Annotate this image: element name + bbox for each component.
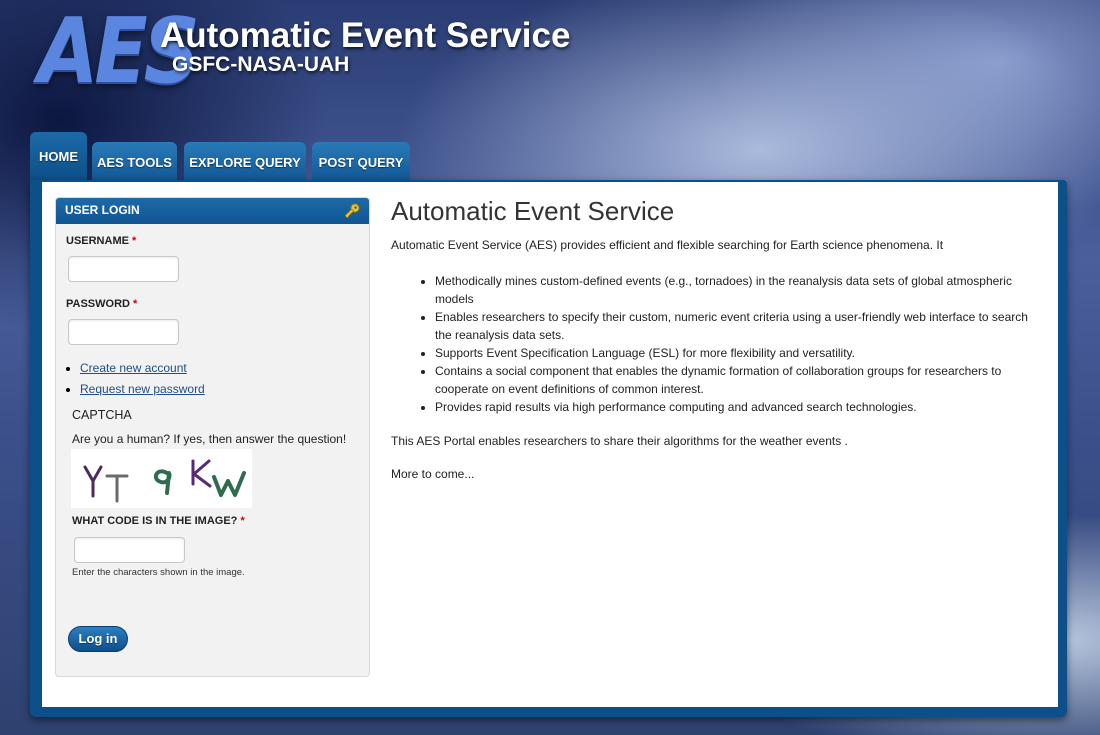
required-marker: * [132, 235, 137, 247]
captcha-title: CAPTCHA [72, 408, 132, 422]
captcha-code-label: WHAT CODE IS IN THE IMAGE? * [72, 515, 245, 527]
captcha-input[interactable] [74, 537, 185, 563]
tab-home[interactable]: HOME [30, 132, 87, 184]
list-item: Provides rapid results via high performa… [435, 398, 1031, 416]
tab-post-query[interactable]: POST QUERY [312, 142, 410, 184]
create-account-link[interactable]: Create new account [80, 361, 187, 375]
captcha-question: Are you a human? If yes, then answer the… [72, 432, 347, 446]
aes-logo: AES [38, 0, 200, 104]
password-label-text: PASSWORD [66, 298, 130, 310]
site-title: Automatic Event Service [160, 16, 571, 55]
username-input[interactable] [68, 256, 179, 282]
password-label: PASSWORD * [66, 298, 137, 310]
feature-list: Methodically mines custom-defined events… [391, 272, 1031, 416]
list-item: Enables researchers to specify their cus… [435, 308, 1031, 344]
tab-explore-query[interactable]: EXPLORE QUERY [184, 142, 306, 184]
list-item: Create new account [80, 360, 205, 376]
user-login-title: USER LOGIN [65, 203, 140, 217]
list-item: Supports Event Specification Language (E… [435, 344, 1031, 362]
captcha-image [71, 449, 252, 508]
captcha-description: Enter the characters shown in the image. [72, 567, 245, 578]
page-title: Automatic Event Service [391, 196, 675, 226]
portal-text: This AES Portal enables researchers to s… [391, 434, 848, 448]
captcha-code-label-text: WHAT CODE IS IN THE IMAGE? [72, 515, 238, 527]
login-button[interactable]: Log in [68, 626, 128, 652]
site-subtitle: GSFC-NASA-UAH [172, 53, 350, 76]
required-marker: * [240, 515, 245, 527]
request-password-link[interactable]: Request new password [80, 382, 205, 396]
list-item: Request new password [80, 381, 205, 397]
username-label: USERNAME * [66, 235, 136, 247]
required-marker: * [133, 298, 138, 310]
username-label-text: USERNAME [66, 235, 129, 247]
login-links: Create new account Request new password [64, 360, 205, 402]
list-item: Methodically mines custom-defined events… [435, 272, 1031, 308]
key-icon [344, 203, 360, 218]
tab-aes-tools[interactable]: AES TOOLS [92, 142, 177, 184]
password-input[interactable] [68, 319, 179, 345]
more-text: More to come... [391, 467, 475, 481]
list-item: Contains a social component that enables… [435, 362, 1031, 398]
intro-text: Automatic Event Service (AES) provides e… [391, 238, 944, 252]
user-login-header: USER LOGIN [56, 198, 369, 224]
